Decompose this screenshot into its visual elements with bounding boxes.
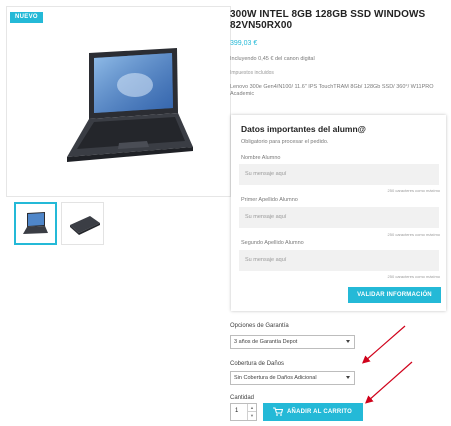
- laptop-closed-thumbnail-image: [70, 216, 100, 235]
- damage-coverage-label: Cobertura de Daños: [230, 361, 285, 367]
- arrow-to-damage-coverage: [361, 325, 406, 364]
- second-surname-label: Segundo Apellido Alumno: [241, 240, 304, 246]
- increment-icon[interactable]: ▲: [247, 404, 256, 412]
- damage-coverage-select[interactable]: Sin Cobertura de Daños Adicional: [230, 371, 355, 385]
- first-name-char-limit: 250 caracteres como máximo: [387, 188, 440, 193]
- second-surname-char-limit: 250 caracteres como máximo: [387, 274, 440, 279]
- warranty-label: Opciones de Garantía: [230, 323, 289, 329]
- chevron-down-icon: [346, 376, 350, 379]
- add-to-cart-button[interactable]: AÑADIR AL CARRITO: [263, 403, 363, 421]
- thumbnail-laptop-closed[interactable]: [61, 202, 104, 245]
- arrow-to-add-to-cart: [365, 361, 413, 404]
- warranty-select[interactable]: 3 años de Garantía Depot: [230, 335, 355, 349]
- quantity-stepper[interactable]: 1 ▲ ▼: [230, 403, 257, 421]
- form-subtitle: Obligatorio para procesar el pedido.: [241, 139, 329, 145]
- form-title: Datos importantes del alumn@: [241, 124, 366, 134]
- new-badge: NUEVO: [10, 12, 43, 23]
- warranty-selected-value: 3 años de Garantía Depot: [234, 339, 298, 345]
- tax-included-note: Impuestos incluidos: [230, 70, 274, 76]
- second-surname-input[interactable]: Su mensaje aquí: [239, 250, 439, 271]
- chevron-down-icon: [346, 340, 350, 343]
- first-surname-input[interactable]: Su mensaje aquí: [239, 207, 439, 228]
- add-to-cart-label: AÑADIR AL CARRITO: [287, 409, 352, 415]
- student-data-form: Datos importantes del alumn@ Obligatorio…: [231, 115, 446, 311]
- first-surname-char-limit: 250 caracteres como máximo: [387, 232, 440, 237]
- first-name-input[interactable]: Su mensaje aquí: [239, 164, 439, 185]
- quantity-value: 1: [235, 408, 239, 414]
- product-price: 399,03 €: [230, 40, 258, 47]
- product-main-image[interactable]: NUEVO: [6, 6, 231, 197]
- validate-info-button[interactable]: VALIDAR INFORMACIÓN: [348, 287, 441, 303]
- thumbnail-laptop-open[interactable]: [14, 202, 57, 245]
- cart-icon: [273, 407, 283, 416]
- laptop-open-thumbnail-image: [23, 212, 48, 234]
- product-title: 300W INTEL 8GB 128GB SSD WINDOWS 82VN50R…: [230, 9, 426, 31]
- product-description: Lenovo 300e Gen4/N100/ 11.6" IPS TouchTR…: [230, 84, 434, 97]
- first-name-label: Nombre Alumno: [241, 155, 281, 161]
- laptop-image: [67, 48, 193, 162]
- damage-coverage-selected-value: Sin Cobertura de Daños Adicional: [234, 375, 317, 381]
- decrement-icon[interactable]: ▼: [247, 412, 256, 420]
- first-surname-label: Primer Apellido Alumno: [241, 197, 298, 203]
- digital-tax-note: Incluyendo 0,45 € del canon digital: [230, 56, 315, 62]
- quantity-label: Cantidad: [230, 395, 255, 401]
